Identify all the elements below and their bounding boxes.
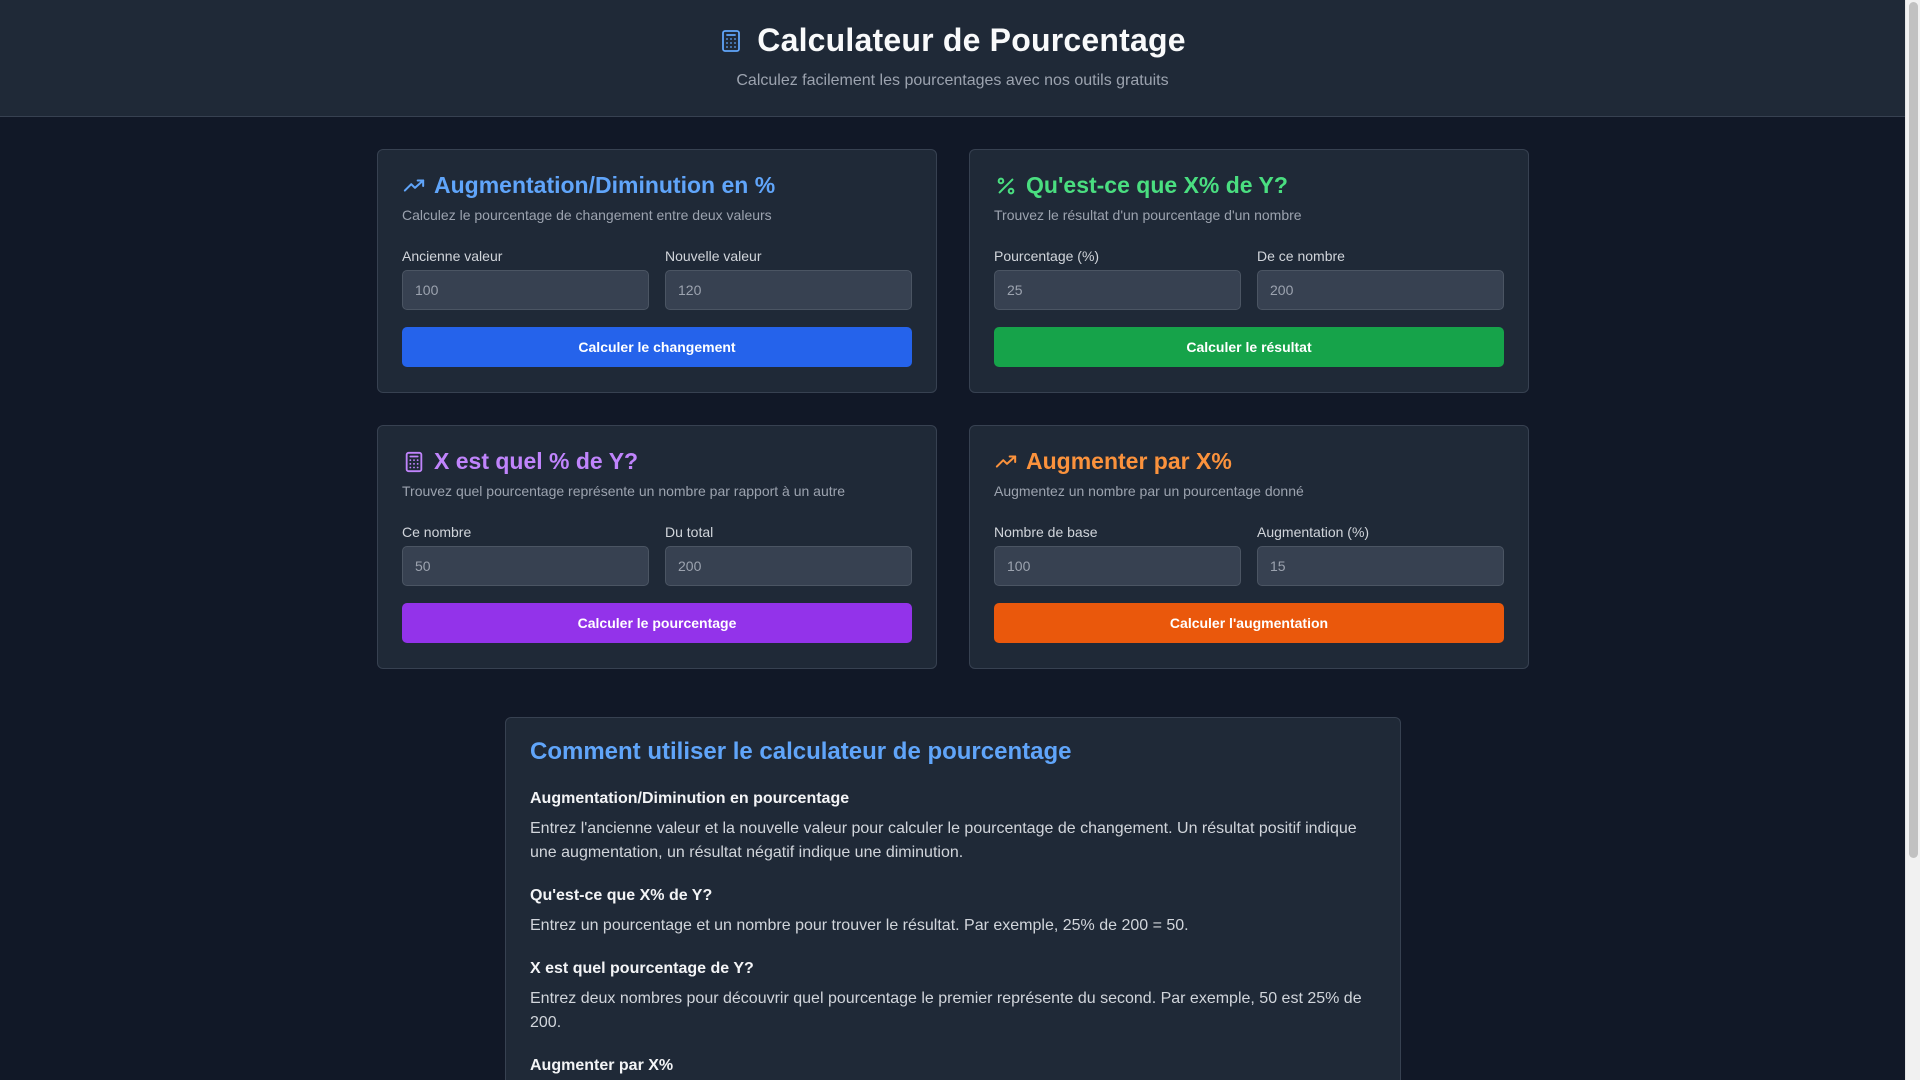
increase-input[interactable]	[1257, 546, 1504, 586]
guide-heading: X est quel pourcentage de Y?	[530, 960, 754, 977]
old-value-input[interactable]	[402, 270, 649, 310]
field-base-number: Nombre de base	[994, 524, 1241, 586]
field-of-number: De ce nombre	[1257, 248, 1504, 310]
card-fields: Ce nombre Du total	[402, 524, 912, 586]
field-label: Augmentation (%)	[1257, 524, 1370, 540]
page-header: Calculateur de Pourcentage Calculez faci…	[0, 0, 1905, 117]
field-label: De ce nombre	[1257, 248, 1345, 264]
guide-text: Entrez deux nombres pour découvrir quel …	[530, 990, 1362, 1031]
field-new-value: Nouvelle valeur	[665, 248, 912, 310]
of-number-input[interactable]	[1257, 270, 1504, 310]
card-description: Trouvez quel pourcentage représente un n…	[402, 483, 846, 499]
card-fields: Ancienne valeur Nouvelle valeur	[402, 248, 912, 310]
calculator-icon	[402, 450, 426, 474]
guide-heading: Augmentation/Diminution en pourcentage	[530, 790, 850, 807]
field-label: Nouvelle valeur	[665, 248, 762, 264]
calculate-change-button[interactable]: Calculer le changement	[402, 327, 912, 367]
calculator-icon	[719, 29, 743, 53]
card-percent-change: Augmentation/Diminution en % Calculez le…	[377, 149, 937, 393]
title-row: Calculateur de Pourcentage	[0, 22, 1905, 59]
calculator-grid: Augmentation/Diminution en % Calculez le…	[377, 149, 1529, 669]
guide-heading: Qu'est-ce que X% de Y?	[530, 887, 713, 904]
field-label: Du total	[665, 524, 714, 540]
field-this-number: Ce nombre	[402, 524, 649, 586]
card-header: Augmenter par X%	[994, 448, 1504, 475]
field-old-value: Ancienne valeur	[402, 248, 649, 310]
this-number-input[interactable]	[402, 546, 649, 586]
guide-title: Comment utiliser le calculateur de pourc…	[530, 738, 1072, 765]
calculate-percentage-button[interactable]: Calculer le pourcentage	[402, 603, 912, 643]
card-description: Augmentez un nombre par un pourcentage d…	[994, 483, 1304, 499]
card-description: Calculez le pourcentage de changement en…	[402, 207, 772, 223]
card-fields: Pourcentage (%) De ce nombre	[994, 248, 1504, 310]
card-header: X est quel % de Y?	[402, 448, 912, 475]
field-percentage: Pourcentage (%)	[994, 248, 1241, 310]
page: Calculateur de Pourcentage Calculez faci…	[0, 0, 1905, 1080]
field-total: Du total	[665, 524, 912, 586]
calculate-result-button[interactable]: Calculer le résultat	[994, 327, 1504, 367]
field-label: Nombre de base	[994, 524, 1098, 540]
trending-up-icon	[402, 174, 426, 198]
field-label: Pourcentage (%)	[994, 248, 1100, 264]
page-title: Calculateur de Pourcentage	[757, 22, 1186, 58]
scrollbar-thumb[interactable]	[1909, 2, 1918, 858]
page-subtitle: Calculez facilement les pourcentages ave…	[736, 72, 1169, 89]
field-increase: Augmentation (%)	[1257, 524, 1504, 586]
field-label: Ancienne valeur	[402, 248, 503, 264]
card-title: Augmentation/Diminution en %	[434, 172, 776, 198]
card-increase-by: Augmenter par X% Augmentez un nombre par…	[969, 425, 1529, 669]
card-description: Trouvez le résultat d'un pourcentage d'u…	[994, 207, 1302, 223]
trending-up-icon	[994, 450, 1018, 474]
base-number-input[interactable]	[994, 546, 1241, 586]
guide-text: Entrez un pourcentage et un nombre pour …	[530, 917, 1189, 934]
vertical-scrollbar[interactable]	[1905, 0, 1920, 1080]
card-fields: Nombre de base Augmentation (%)	[994, 524, 1504, 586]
card-what-percent: X est quel % de Y? Trouvez quel pourcent…	[377, 425, 937, 669]
usage-guide: Comment utiliser le calculateur de pourc…	[505, 717, 1401, 1080]
new-value-input[interactable]	[665, 270, 912, 310]
card-percent-of: Qu'est-ce que X% de Y? Trouvez le résult…	[969, 149, 1529, 393]
total-input[interactable]	[665, 546, 912, 586]
card-title: Qu'est-ce que X% de Y?	[1026, 172, 1288, 198]
card-header: Qu'est-ce que X% de Y?	[994, 172, 1504, 199]
field-label: Ce nombre	[402, 524, 472, 540]
guide-heading: Augmenter par X%	[530, 1057, 674, 1074]
guide-text: Entrez l'ancienne valeur et la nouvelle …	[530, 820, 1357, 861]
percentage-input[interactable]	[994, 270, 1241, 310]
calculate-increase-button[interactable]: Calculer l'augmentation	[994, 603, 1504, 643]
card-title: X est quel % de Y?	[434, 448, 639, 474]
percent-icon	[994, 174, 1018, 198]
card-title: Augmenter par X%	[1026, 448, 1232, 474]
card-header: Augmentation/Diminution en %	[402, 172, 912, 199]
